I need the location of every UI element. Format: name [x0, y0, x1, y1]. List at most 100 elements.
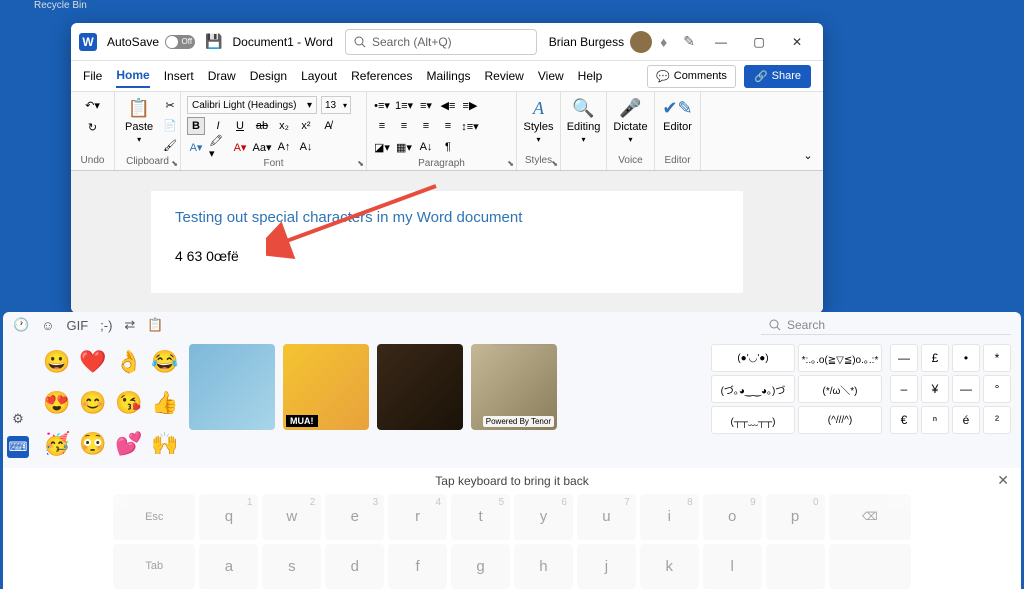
ime-tab-gif-icon[interactable]: GIF	[66, 318, 88, 333]
show-marks-button[interactable]: ¶	[439, 138, 457, 156]
numbering-button[interactable]: 1≡▾	[395, 96, 413, 114]
redo-button[interactable]: ↻	[84, 118, 102, 136]
key-l[interactable]: l	[703, 544, 762, 589]
emoji-item[interactable]: 😍	[41, 385, 73, 422]
document-area[interactable]: Testing out special characters in my Wor…	[71, 171, 823, 313]
gif-item[interactable]	[189, 344, 275, 430]
key-j[interactable]: j	[577, 544, 636, 589]
superscript-button[interactable]: x²	[297, 117, 315, 135]
key-y[interactable]: 6y	[514, 494, 573, 540]
autosave-toggle[interactable]: AutoSave Off	[107, 35, 195, 49]
symbol-item[interactable]: é	[952, 406, 980, 434]
recycle-bin-icon[interactable]: Recycle Bin	[34, 0, 87, 11]
cut-button[interactable]: ✂	[161, 96, 179, 114]
tab-design[interactable]: Design	[250, 65, 287, 87]
emoji-item[interactable]: 🙌	[149, 425, 181, 462]
change-case-button[interactable]: Aa▾	[253, 138, 271, 156]
key-t[interactable]: 5t	[451, 494, 510, 540]
tab-references[interactable]: References	[351, 65, 412, 87]
symbol-item[interactable]: £	[921, 344, 949, 372]
tab-review[interactable]: Review	[485, 65, 524, 87]
sort-button[interactable]: A↓	[417, 138, 435, 156]
key-o[interactable]: 9o	[703, 494, 762, 540]
key-w[interactable]: 2w	[262, 494, 321, 540]
strike-button[interactable]: ab	[253, 117, 271, 135]
kaomoji-item[interactable]: (●'◡'●)	[711, 344, 795, 372]
ime-tab-recent-icon[interactable]: 🕐	[13, 317, 29, 333]
clipboard-launcher[interactable]: ⬊	[171, 159, 178, 168]
symbol-item[interactable]: •	[952, 344, 980, 372]
key-e[interactable]: 3e	[325, 494, 384, 540]
key-r[interactable]: 4r	[388, 494, 447, 540]
paragraph-launcher[interactable]: ⬊	[507, 159, 514, 168]
tab-mailings[interactable]: Mailings	[426, 65, 470, 87]
symbol-item[interactable]: ¥	[921, 375, 949, 403]
key-q[interactable]: 1q	[199, 494, 258, 540]
symbol-item[interactable]: °	[983, 375, 1011, 403]
diamond-icon[interactable]: ♦	[660, 34, 667, 50]
minimize-button[interactable]: —	[703, 28, 739, 56]
key-s[interactable]: s	[262, 544, 321, 589]
ime-tab-emoji-icon[interactable]: ☺	[41, 318, 54, 333]
emoji-item[interactable]: 🥳	[41, 425, 73, 462]
shrink-font-button[interactable]: A↓	[297, 138, 315, 156]
key-h[interactable]: h	[514, 544, 573, 589]
ime-tab-kaomoji-icon[interactable]: ;-)	[100, 318, 112, 333]
emoji-item[interactable]: 😘	[113, 385, 145, 422]
close-button[interactable]: ✕	[779, 28, 815, 56]
user-account[interactable]: Brian Burgess	[549, 31, 652, 53]
key-g[interactable]: g	[451, 544, 510, 589]
symbol-item[interactable]: —	[890, 344, 918, 372]
ime-keyboard-button[interactable]: ⌨	[7, 436, 29, 458]
paste-button[interactable]: 📋Paste▾	[121, 96, 157, 146]
font-select[interactable]: Calibri Light (Headings)▾	[187, 96, 317, 114]
symbol-item[interactable]: —	[952, 375, 980, 403]
emoji-item[interactable]: ❤️	[77, 344, 109, 381]
key-a[interactable]: a	[199, 544, 258, 589]
inc-indent-button[interactable]: ≡▶	[461, 96, 479, 114]
save-icon[interactable]: 💾	[205, 33, 222, 50]
key-f[interactable]: f	[388, 544, 447, 589]
kaomoji-item[interactable]: *:.｡.o(≧▽≦)o.｡.:*	[798, 344, 882, 372]
doc-body-text[interactable]: 4 63 0œfë	[175, 248, 719, 264]
tab-draw[interactable]: Draw	[208, 65, 236, 87]
osk-hint[interactable]: Tap keyboard to bring it back ✕	[3, 468, 1021, 494]
key-backspace[interactable]: ⌫	[829, 494, 911, 540]
gif-item[interactable]: MUA!	[283, 344, 369, 430]
italic-button[interactable]: I	[209, 117, 227, 135]
kaomoji-item[interactable]: (^///^)	[798, 406, 882, 434]
ime-tab-symbols-icon[interactable]: ⇄	[124, 317, 135, 333]
subscript-button[interactable]: x₂	[275, 117, 293, 135]
grow-font-button[interactable]: A↑	[275, 138, 293, 156]
borders-button[interactable]: ▦▾	[395, 138, 413, 156]
key-d[interactable]: d	[325, 544, 384, 589]
symbol-item[interactable]: *	[983, 344, 1011, 372]
styles-launcher[interactable]: ⬊	[551, 159, 558, 168]
emoji-item[interactable]: 💕	[113, 425, 145, 462]
copy-button[interactable]: 📄	[161, 116, 179, 134]
share-button[interactable]: 🔗 Share	[744, 65, 811, 88]
editor-button[interactable]: ✔✎Editor	[661, 96, 694, 135]
doc-heading[interactable]: Testing out special characters in my Wor…	[175, 209, 719, 226]
gif-item[interactable]: So Excited– GIF Powered By Tenor	[471, 344, 557, 430]
document-title[interactable]: Document1 - Word	[232, 35, 332, 49]
bold-button[interactable]: B	[187, 117, 205, 135]
gif-item[interactable]	[377, 344, 463, 430]
emoji-item[interactable]: 😊	[77, 385, 109, 422]
symbol-item[interactable]: ⁿ	[921, 406, 949, 434]
tab-file[interactable]: File	[83, 65, 102, 87]
text-effects-button[interactable]: A▾	[187, 138, 205, 156]
align-center-button[interactable]: ≡	[395, 117, 413, 135]
key-p[interactable]: 0p	[766, 494, 825, 540]
ime-settings-button[interactable]: ⚙	[7, 408, 29, 430]
kaomoji-item[interactable]: (┬┬﹏┬┬)	[711, 406, 795, 434]
font-size-select[interactable]: 13▾	[321, 96, 351, 114]
ime-tab-clipboard-icon[interactable]: 📋	[147, 317, 163, 333]
symbol-item[interactable]: –	[890, 375, 918, 403]
maximize-button[interactable]: ▢	[741, 28, 777, 56]
editing-button[interactable]: 🔍Editing▾	[567, 96, 600, 146]
line-spacing-button[interactable]: ↕≡▾	[461, 117, 479, 135]
font-launcher[interactable]: ⬊	[357, 159, 364, 168]
symbol-item[interactable]: €	[890, 406, 918, 434]
comments-button[interactable]: 💬 Comments	[647, 65, 736, 88]
